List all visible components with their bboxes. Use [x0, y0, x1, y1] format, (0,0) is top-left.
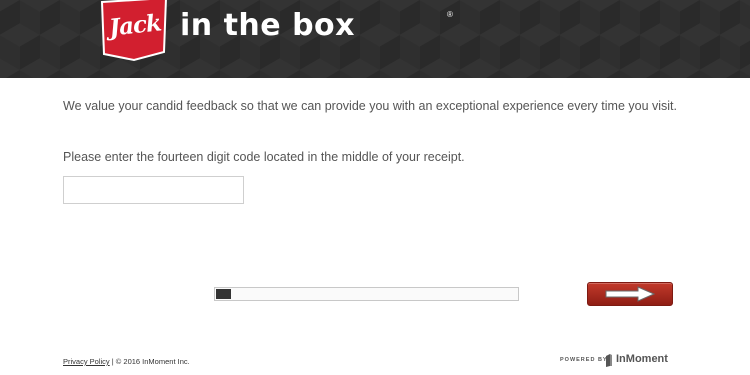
- privacy-policy-link[interactable]: Privacy Policy: [63, 357, 110, 366]
- powered-by-inmoment: POWERED BY InMoment: [560, 353, 672, 369]
- footer-legal: Privacy Policy | © 2016 InMoment Inc.: [63, 357, 190, 366]
- logo-brand-text: in the box: [180, 8, 356, 43]
- next-button[interactable]: [587, 282, 673, 306]
- powered-by-label: POWERED BY: [560, 357, 608, 363]
- receipt-code-input[interactable]: [63, 176, 244, 204]
- instruction-text: Please enter the fourteen digit code loc…: [63, 150, 465, 164]
- progress-fill: [216, 289, 231, 299]
- registered-mark: ®: [447, 10, 453, 19]
- inmoment-label: InMoment: [616, 353, 668, 365]
- inmoment-logo-icon: [606, 354, 612, 367]
- progress-bar: [214, 287, 519, 301]
- intro-text: We value your candid feedback so that we…: [63, 99, 677, 113]
- header-bar: Jack in the box ®: [0, 0, 750, 78]
- arrow-right-icon: [605, 286, 656, 302]
- copyright-text: | © 2016 InMoment Inc.: [109, 357, 190, 366]
